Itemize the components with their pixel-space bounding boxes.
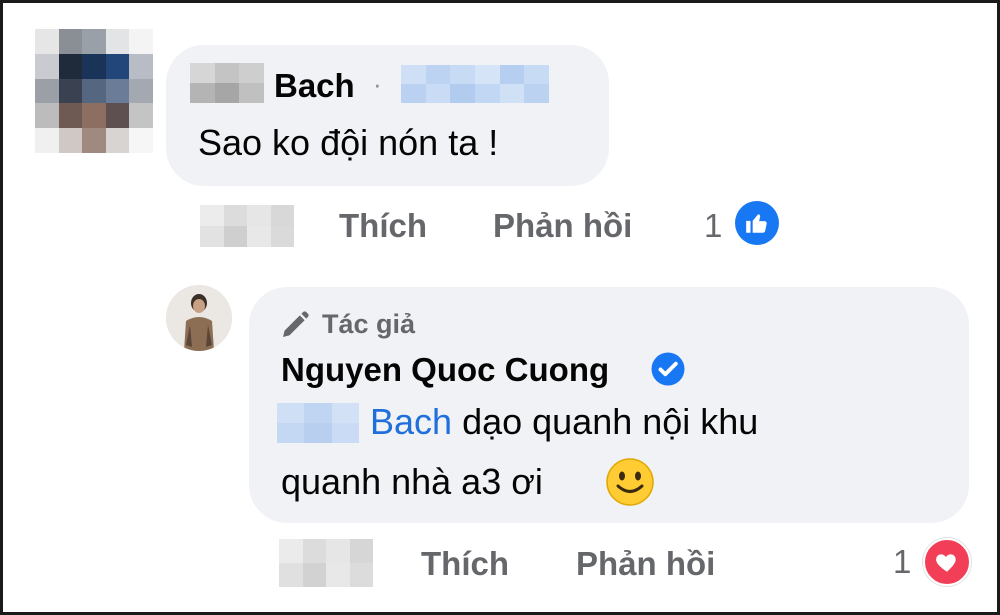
like-button[interactable]: Thích [421, 545, 509, 583]
verified-badge-icon [650, 351, 686, 392]
thumbs-up-icon[interactable] [735, 201, 779, 245]
pencil-icon [279, 309, 311, 346]
author-badge: Tác giả [322, 309, 416, 339]
blurred-info [401, 65, 549, 103]
reaction-count[interactable]: 1 [704, 207, 722, 245]
comment-author[interactable]: Bach [274, 67, 355, 105]
avatar[interactable] [35, 29, 153, 153]
smile-emoji-icon [605, 457, 655, 512]
reply-text-line1: Bach dạo quanh nội khu [370, 401, 759, 442]
heart-icon[interactable] [923, 538, 971, 586]
blurred-mention-prefix [277, 403, 359, 443]
reply-author[interactable]: Nguyen Quoc Cuong [281, 351, 609, 389]
reply-button[interactable]: Phản hồi [493, 207, 632, 245]
separator-dot: · [373, 69, 382, 99]
like-button[interactable]: Thích [339, 207, 427, 245]
reply-text-line2: quanh nhà a3 ơi [281, 461, 543, 502]
mention-link[interactable]: Bach [370, 401, 452, 442]
comment-bubble: Bach · Sao ko đội nón ta ! [166, 45, 609, 186]
reaction-count[interactable]: 1 [893, 543, 911, 581]
avatar[interactable] [166, 285, 232, 351]
blurred-timestamp [279, 539, 373, 587]
blurred-name-prefix [190, 63, 264, 103]
reply-button[interactable]: Phản hồi [576, 545, 715, 583]
comment-text: Sao ko đội nón ta ! [198, 122, 499, 163]
blurred-timestamp [200, 205, 294, 247]
reply-bubble: Tác giả Nguyen Quoc Cuong Bach dạo quanh… [249, 287, 969, 523]
